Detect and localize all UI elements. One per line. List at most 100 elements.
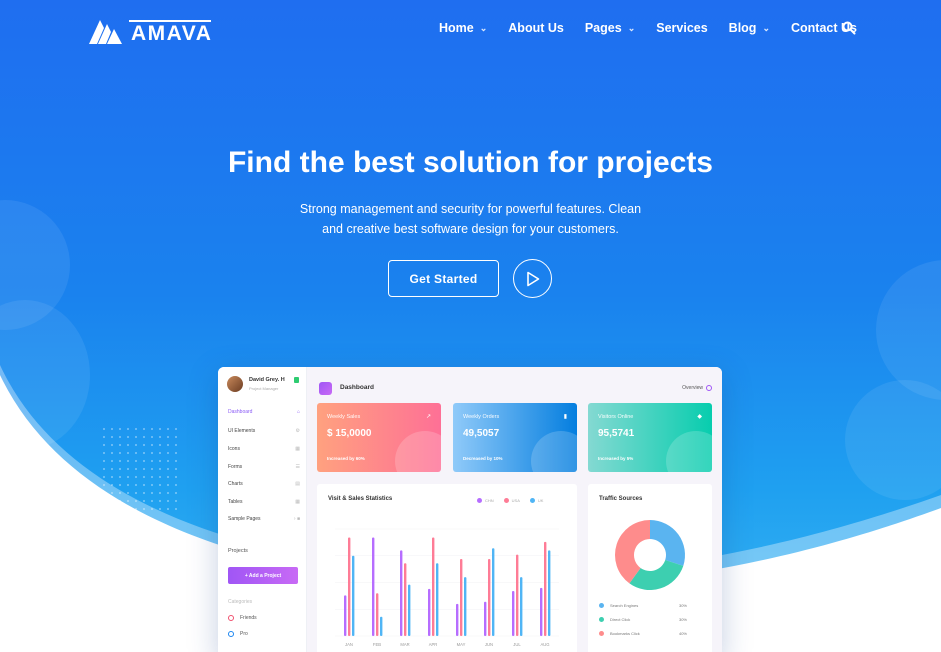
sidebar-item-forms[interactable]: Forms ☰ [228,464,300,470]
bar-usa-jun [488,558,491,636]
bar-chn-may [456,603,459,636]
nav-label: Pages [584,21,622,35]
bar-usa-apr [432,537,435,636]
bar-chn-jun [484,601,487,636]
sidebar-item-tables[interactable]: Tables ▦ [228,499,300,505]
nav-label: Blog [728,21,757,35]
decor-circle [531,431,577,472]
traffic-panel: Traffic Sources Search Engines 30% Direct… [588,484,712,652]
user-name: David Grey. H [249,377,285,383]
traffic-label: Bookmarks Click [610,631,640,636]
x-tick-label: APR [429,642,438,647]
brand-logo[interactable]: AMAVA [87,16,212,46]
chevron-down-icon: ⌄ [627,22,636,33]
info-icon [706,385,712,391]
user-role: Project Manager [249,386,279,391]
traffic-swatch [599,603,604,608]
traffic-swatch [599,631,604,636]
sidebar-item-icons[interactable]: Icons ▦ [228,446,300,452]
list-icon: ☰ [295,464,300,470]
bar-uk-may [464,577,467,636]
home-icon: ⌂ [296,409,300,415]
bar-usa-jul [516,554,519,636]
bar-usa-may [460,558,463,636]
overview-label: Overview [682,385,703,391]
sidebar-item-label: Charts [228,481,243,487]
card-value: 49,5057 [463,428,500,439]
traffic-label: Search Engines [610,603,639,608]
add-project-button[interactable]: + Add a Project [228,567,298,584]
bar-chn-aug [540,587,543,636]
nav-item-about[interactable]: About Us [508,21,564,35]
traffic-value: 30% [678,603,687,608]
bar-usa-feb [376,593,379,636]
bar-chn-feb [372,537,375,636]
x-tick-label: FEB [373,642,381,647]
category-item-friends[interactable]: Friends [228,615,257,621]
nav-item-blog[interactable]: Blog ⌄ [729,21,770,35]
stat-card-weekly-orders: Weekly Orders 49,5057 Decreased by 10% ▮ [453,403,577,472]
x-tick-label: JUL [513,642,521,647]
play-video-button[interactable] [513,259,552,298]
nav-label: About Us [508,21,564,35]
nav-label: Services [656,21,708,35]
traffic-label: Direct Click [610,617,631,622]
dashboard-sidebar: David Grey. H Project Manager Dashboard ⌂… [218,367,307,652]
stat-card-weekly-sales: Weekly Sales $ 15,0000 Increased by 60% … [317,403,441,472]
stat-card-visitors-online: Visitors Online 95,5741 Increased by 5% … [588,403,712,472]
nav-item-services[interactable]: Services [656,21,707,35]
home-icon [319,382,332,395]
card-title: Weekly Orders [463,414,500,420]
sidebar-item-label: Dashboard [228,409,253,415]
x-tick-label: JUN [485,642,493,647]
grid-icon: ▦ [295,446,300,452]
sidebar-item-charts[interactable]: Charts ▤ [228,481,300,487]
nav-item-pages[interactable]: Pages ⌄ [585,21,635,35]
card-value: 95,5741 [598,428,635,439]
decor-circle [666,431,712,472]
sidebar-item-dashboard[interactable]: Dashboard ⌂ [228,409,300,415]
sidebar-item-sample-pages[interactable]: Sample Pages › ■ [228,516,300,522]
bar-chn-jan [344,595,347,636]
search-icon[interactable] [842,21,856,35]
bar-uk-jul [520,577,523,636]
get-started-button[interactable]: Get Started [388,260,499,297]
logo-underline [129,20,211,22]
x-tick-label: AUG [540,642,549,647]
diamond-icon: ◆ [697,414,702,420]
circle-icon [228,631,234,637]
lock-icon: › ■ [293,516,300,522]
bar-usa-mar [404,563,407,636]
circle-icon [228,615,234,621]
traffic-row: Direct Click 30% [599,617,687,622]
chevron-down-icon: ⌄ [762,22,770,33]
sidebar-item-label: Tables [228,499,243,505]
card-footer: Decreased by 10% [463,456,503,461]
bar-uk-apr [436,563,439,636]
bar-chn-jul [512,591,515,636]
bar-chn-mar [400,550,403,636]
donut-slice-direct-click [629,559,684,590]
traffic-title: Traffic Sources [599,496,643,502]
nav-label: Home [439,21,474,35]
stats-panel: Visit & Sales Statistics CHN USA UK JAN F… [317,484,577,652]
bar-uk-aug [548,550,551,636]
bar-usa-jan [348,537,351,636]
dashboard-main: Dashboard Overview Weekly Sales $ 15,000… [307,367,722,652]
chart-icon: ↗ [425,414,431,420]
projects-heading: Projects [228,548,248,554]
category-item-pro[interactable]: Pro [228,631,248,637]
overview-link[interactable]: Overview [682,385,712,391]
sidebar-item-label: Icons [228,446,240,452]
bar-uk-mar [408,584,411,636]
traffic-swatch [599,617,604,622]
hero-subtext: Strong management and security for power… [299,202,642,236]
x-tick-label: JAN [345,642,353,647]
brand-name: AMAVA [131,22,213,45]
nav-item-home[interactable]: Home ⌄ [439,21,487,35]
hero-headline: Find the best solution for projects [227,146,713,179]
gear-icon: ⚙ [295,428,300,434]
hero-section: AMAVA Home ⌄ About Us Pages ⌄ Services Blo… [0,0,941,652]
sidebar-item-ui-elements[interactable]: UI Elements ⚙ [228,428,300,434]
categories-heading: Categories [228,599,253,605]
